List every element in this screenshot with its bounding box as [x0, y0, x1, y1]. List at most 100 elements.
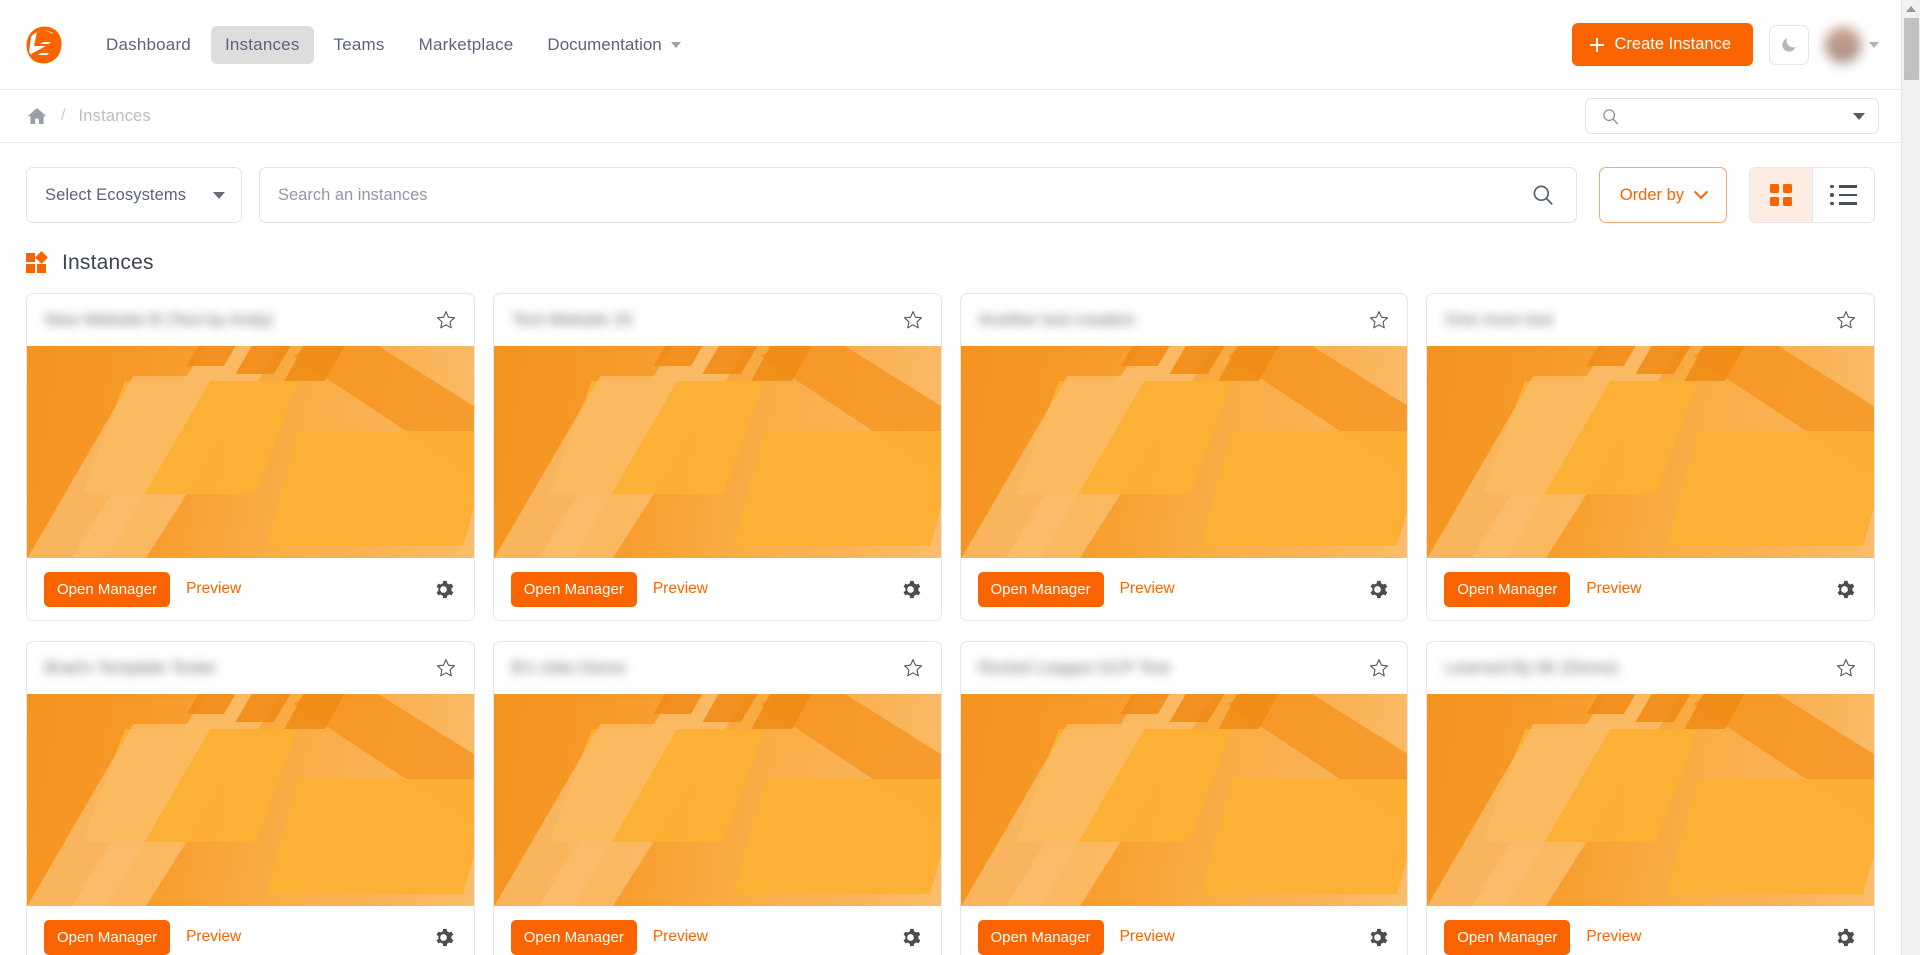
instance-thumbnail[interactable]: [960, 346, 1408, 558]
favorite-star-button[interactable]: [434, 656, 458, 680]
open-manager-button[interactable]: Open Manager: [44, 919, 171, 955]
gear-icon: [1370, 580, 1388, 598]
browser-scrollbar[interactable]: [1901, 0, 1920, 955]
instance-settings-button[interactable]: [898, 576, 924, 602]
scroll-up-arrow-icon[interactable]: [1906, 6, 1916, 12]
theme-toggle-button[interactable]: [1769, 24, 1809, 65]
instance-card-header: B's Jobs Demo: [494, 642, 941, 694]
create-instance-label: Create Instance: [1614, 35, 1731, 53]
instance-title: Learned By Mr (Demo): [1445, 658, 1619, 677]
favorite-star-button[interactable]: [1367, 656, 1391, 680]
favorite-star-button[interactable]: [1367, 308, 1391, 332]
scrollbar-thumb[interactable]: [1904, 18, 1919, 80]
instance-title: Rocket League GCP Test: [978, 658, 1170, 677]
instance-settings-button[interactable]: [1364, 924, 1390, 950]
open-manager-button[interactable]: Open Manager: [977, 919, 1104, 955]
nav-item-marketplace[interactable]: Marketplace: [405, 26, 528, 64]
nav-item-teams[interactable]: Teams: [320, 26, 399, 64]
instance-card-header: Test Website 20: [494, 294, 941, 346]
favorite-star-button[interactable]: [434, 308, 458, 332]
instances-grid: New Website B (Test by Andy) Open Manage…: [0, 275, 1901, 955]
instance-thumbnail[interactable]: [1427, 346, 1874, 558]
nav-item-dashboard[interactable]: Dashboard: [92, 26, 205, 64]
create-instance-button[interactable]: Create Instance: [1571, 23, 1753, 66]
chevron-down-icon: [1693, 185, 1709, 200]
gear-icon: [1837, 928, 1854, 946]
header-search-box[interactable]: [1585, 98, 1879, 134]
account-menu[interactable]: [1825, 26, 1879, 63]
nav-item-instances[interactable]: Instances: [210, 25, 314, 64]
instances-icon: [26, 251, 48, 274]
instance-settings-button[interactable]: [1831, 924, 1857, 950]
instance-card[interactable]: Learned By Mr (Demo) Open Manager Previe…: [1426, 641, 1875, 955]
preview-link[interactable]: Preview: [1586, 580, 1641, 598]
caret-down-icon: [213, 191, 225, 199]
instance-card[interactable]: Another test creation Open Manager Previ…: [959, 293, 1409, 621]
order-by-label: Order by: [1619, 185, 1684, 204]
preview-link[interactable]: Preview: [186, 928, 241, 946]
instance-card[interactable]: New Website B (Test by Andy) Open Manage…: [26, 293, 475, 621]
instance-settings-button[interactable]: [1831, 576, 1857, 602]
list-view-button[interactable]: [1812, 168, 1874, 222]
open-manager-button[interactable]: Open Manager: [510, 919, 637, 955]
preview-link[interactable]: Preview: [653, 580, 708, 598]
instance-card[interactable]: Rocket League GCP Test Open Manager Prev…: [959, 641, 1409, 955]
instance-title: B's Jobs Demo: [511, 658, 626, 677]
instance-card[interactable]: Brad's Template Tester Open Manager Prev…: [26, 641, 475, 955]
nav-item-documentation[interactable]: Documentation: [533, 26, 690, 64]
instance-thumbnail[interactable]: [27, 694, 474, 906]
open-manager-button[interactable]: Open Manager: [510, 571, 637, 607]
star-outline-icon: [1837, 311, 1855, 329]
preview-link[interactable]: Preview: [1120, 580, 1175, 598]
preview-link[interactable]: Preview: [186, 580, 241, 598]
order-by-button[interactable]: Order by: [1598, 167, 1727, 223]
search-icon[interactable]: [1532, 184, 1554, 206]
favorite-star-button[interactable]: [901, 656, 925, 680]
filter-toolbar: Select Ecosystems Order by: [0, 143, 1901, 223]
instance-card[interactable]: One more test Open Manager Preview: [1426, 293, 1875, 621]
instance-settings-button[interactable]: [1364, 576, 1390, 602]
instance-card[interactable]: Test Website 20 Open Manager Preview: [492, 293, 942, 621]
instance-card-footer: Open Manager Preview: [27, 558, 474, 620]
instance-title: One more test: [1445, 310, 1553, 329]
instance-card[interactable]: B's Jobs Demo Open Manager Preview: [492, 641, 942, 955]
instance-search-box[interactable]: [259, 167, 1577, 223]
primary-nav-links: Dashboard Instances Teams Marketplace Do…: [92, 25, 691, 64]
open-manager-button[interactable]: Open Manager: [1444, 919, 1571, 955]
nav-item-documentation-label: Documentation: [547, 34, 662, 54]
instance-settings-button[interactable]: [431, 924, 457, 950]
open-manager-button[interactable]: Open Manager: [977, 571, 1104, 607]
instance-thumbnail[interactable]: [960, 694, 1408, 906]
instance-card-header: Rocket League GCP Test: [961, 642, 1408, 694]
instance-thumbnail[interactable]: [493, 694, 941, 906]
instance-thumbnail[interactable]: [27, 346, 474, 558]
instance-title: New Website B (Test by Andy): [45, 310, 274, 329]
select-ecosystems-dropdown[interactable]: Select Ecosystems: [26, 167, 242, 223]
select-ecosystems-label: Select Ecosystems: [45, 185, 187, 204]
home-icon[interactable]: [26, 106, 48, 126]
favorite-star-button[interactable]: [1834, 656, 1858, 680]
moon-icon: [1781, 38, 1796, 52]
favorite-star-button[interactable]: [901, 308, 925, 332]
instance-settings-button[interactable]: [898, 924, 924, 950]
caret-down-icon[interactable]: [1853, 112, 1865, 120]
open-manager-button[interactable]: Open Manager: [1444, 571, 1571, 607]
preview-link[interactable]: Preview: [1120, 928, 1175, 946]
avatar: [1825, 26, 1861, 63]
star-outline-icon: [436, 311, 455, 329]
page-content: Dashboard Instances Teams Marketplace Do…: [0, 0, 1901, 955]
preview-link[interactable]: Preview: [653, 928, 708, 946]
instance-settings-button[interactable]: [431, 576, 457, 602]
header-search-input[interactable]: [1631, 108, 1853, 124]
star-outline-icon: [903, 659, 922, 677]
instance-thumbnail[interactable]: [1427, 694, 1874, 906]
zesty-z-logo[interactable]: [24, 24, 64, 66]
instance-search-input[interactable]: [278, 185, 1532, 205]
grid-view-button[interactable]: [1750, 168, 1812, 222]
preview-link[interactable]: Preview: [1586, 928, 1641, 946]
instance-thumbnail[interactable]: [493, 346, 941, 558]
open-manager-button[interactable]: Open Manager: [44, 571, 171, 607]
gear-icon: [1370, 928, 1388, 946]
gear-icon: [436, 928, 454, 946]
favorite-star-button[interactable]: [1834, 308, 1858, 332]
